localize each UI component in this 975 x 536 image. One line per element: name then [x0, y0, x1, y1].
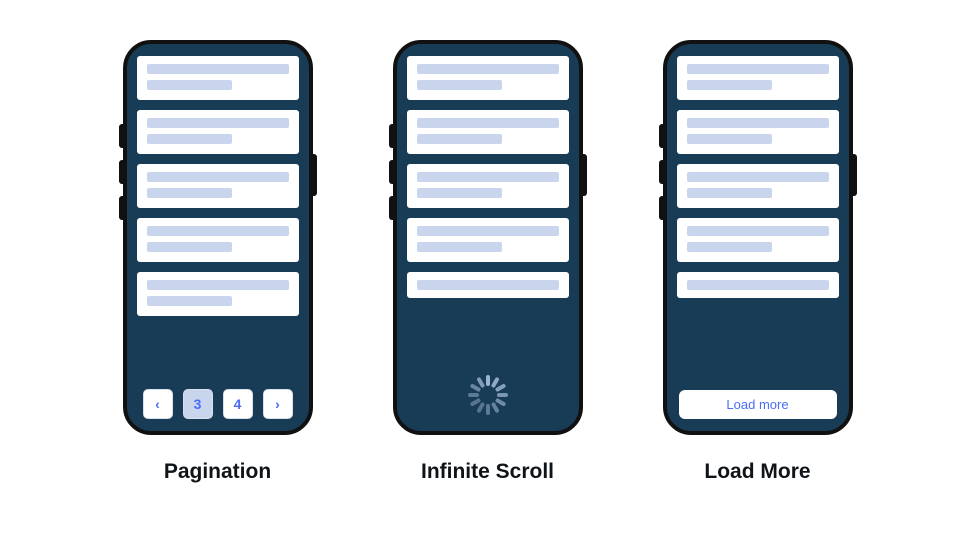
- placeholder-line: [687, 226, 829, 236]
- list-item: [407, 218, 569, 262]
- list-item: [137, 272, 299, 316]
- placeholder-line: [147, 172, 289, 182]
- placeholder-line: [687, 280, 829, 290]
- phone-frame-loadmore: Load more: [663, 40, 853, 435]
- caption-pagination: Pagination: [164, 460, 271, 484]
- placeholder-line: [147, 226, 289, 236]
- loading-spinner: [407, 367, 569, 419]
- placeholder-line: [147, 242, 232, 252]
- placeholder-line: [687, 118, 829, 128]
- placeholder-line: [147, 134, 232, 144]
- list-item: [677, 164, 839, 208]
- placeholder-line: [417, 188, 502, 198]
- placeholder-line: [687, 134, 772, 144]
- placeholder-line: [417, 80, 502, 90]
- placeholder-line: [687, 188, 772, 198]
- placeholder-line: [147, 80, 232, 90]
- placeholder-line: [417, 64, 559, 74]
- spinner-icon: [468, 375, 508, 415]
- caption-infinite: Infinite Scroll: [421, 460, 554, 484]
- placeholder-line: [687, 64, 829, 74]
- placeholder-line: [147, 188, 232, 198]
- infinite-scroll-example: Infinite Scroll: [393, 40, 583, 484]
- placeholder-line: [147, 64, 289, 74]
- list-item: [677, 218, 839, 262]
- list-item: [137, 164, 299, 208]
- placeholder-line: [687, 242, 772, 252]
- list-item: [137, 218, 299, 262]
- load-more-button[interactable]: Load more: [679, 390, 837, 419]
- pagination-controls: ‹ 3 4 ›: [137, 385, 299, 419]
- pagination-example: ‹ 3 4 › Pagination: [123, 40, 313, 484]
- placeholder-line: [417, 226, 559, 236]
- pagination-next-button[interactable]: ›: [263, 389, 293, 419]
- placeholder-line: [147, 118, 289, 128]
- pagination-page-next[interactable]: 4: [223, 389, 253, 419]
- pagination-prev-button[interactable]: ‹: [143, 389, 173, 419]
- list-item: [407, 164, 569, 208]
- list-item: [407, 56, 569, 100]
- placeholder-line: [417, 242, 502, 252]
- placeholder-line: [417, 134, 502, 144]
- list-item: [677, 56, 839, 100]
- caption-loadmore: Load More: [704, 460, 810, 484]
- placeholder-line: [147, 280, 289, 290]
- list-item: [407, 110, 569, 154]
- list-item: [137, 56, 299, 100]
- chevron-right-icon: ›: [275, 396, 280, 412]
- load-more-example: Load more Load More: [663, 40, 853, 484]
- placeholder-line: [417, 118, 559, 128]
- list-item: [407, 272, 569, 298]
- placeholder-line: [687, 172, 829, 182]
- chevron-left-icon: ‹: [155, 396, 160, 412]
- placeholder-line: [417, 172, 559, 182]
- placeholder-line: [417, 280, 559, 290]
- list-item: [677, 110, 839, 154]
- placeholder-line: [687, 80, 772, 90]
- phone-frame-infinite: [393, 40, 583, 435]
- phone-frame-pagination: ‹ 3 4 ›: [123, 40, 313, 435]
- pagination-page-current[interactable]: 3: [183, 389, 213, 419]
- list-item: [677, 272, 839, 298]
- placeholder-line: [147, 296, 232, 306]
- list-item: [137, 110, 299, 154]
